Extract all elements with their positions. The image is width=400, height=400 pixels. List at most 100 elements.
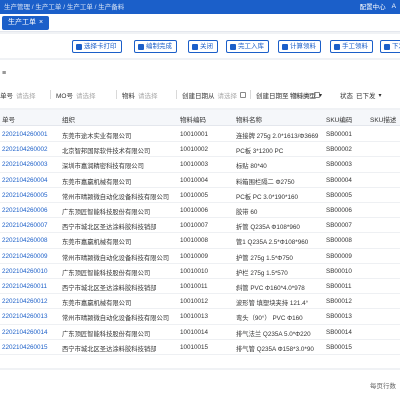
chevron-down-icon: ▾ [319, 92, 323, 99]
cell-material-name: 排气法兰 Q235A 5.0*Φ220 [236, 330, 311, 338]
cell-sku-code: SB00009 [326, 252, 352, 260]
chevron-down-icon: ▾ [378, 92, 382, 99]
dispatch-button[interactable]: 下发 [380, 40, 400, 53]
cell-order-no[interactable]: 2202104260013 [2, 313, 48, 320]
cell-org: 常州市晴颍微自动化设备科技有限公司 [62, 193, 170, 201]
cell-sku-code: SB00007 [326, 222, 352, 230]
cell-material-code: 10010001 [180, 131, 209, 138]
cell-sku-code: SB00014 [326, 328, 352, 336]
table-row[interactable]: 2202104260013 常州市晴颍微自动化设备科技有限公司 10010013 弯头… [0, 309, 400, 325]
cell-material-code: 10010004 [180, 176, 209, 184]
calendar-icon [240, 92, 246, 98]
cell-order-no[interactable]: 2202104260011 [2, 283, 47, 290]
cell-sku-code: SB00008 [326, 237, 352, 245]
col-material-code[interactable]: 物料编码 [180, 114, 206, 124]
cell-material-name: 排气管 Q235A Φ158*3.0*90 [236, 345, 314, 353]
compile-done-button[interactable]: 编制完成 [134, 40, 177, 53]
cell-org: 西宁市城北区圣达涂料胶科技销部 [62, 285, 157, 292]
cell-order-no[interactable]: 2202104260009 [2, 253, 48, 260]
table-row[interactable]: 2202104260009 常州市晴颍微自动化设备科技有限公司 10010009 护管… [0, 249, 400, 264]
cell-order-no[interactable]: 2202104260002 [2, 146, 48, 153]
filter-order-no[interactable]: 单号 请选择 [0, 90, 36, 100]
cell-order-no[interactable]: 2202104260015 [2, 344, 48, 351]
col-order-no[interactable]: 单号 [2, 114, 15, 124]
filter-material[interactable]: 物料 请选择 [122, 90, 158, 100]
cell-material-code: 10010003 [180, 161, 209, 169]
cell-order-no[interactable]: 2202104260003 [2, 161, 48, 168]
col-material-name[interactable]: 物料名称 [236, 114, 262, 124]
cell-material-code: 10010012 [180, 298, 209, 306]
filter-mo-no[interactable]: MO号 请选择 [56, 90, 95, 100]
table-row[interactable]: 2202104260006 广东顶匠智能科技股份有限公司 10010006 胶带 60… [0, 203, 400, 219]
col-sku-code[interactable]: SKU编码 [326, 114, 352, 124]
filter-material-type[interactable]: 物料类型 ▾ [290, 90, 323, 101]
cell-material-code: 10010013 [180, 313, 209, 321]
filter-collapse-icon[interactable]: ≡ [2, 70, 6, 77]
manual-material-button[interactable]: 手工领料 [330, 40, 373, 53]
cell-material-name: 管1 Q235A 2.5*Φ108*960 [236, 239, 309, 247]
table-row[interactable]: 2202104260008 东莞市嘉赢机械有限公司 10010008 管1 Q235A… [0, 233, 400, 249]
table-row[interactable]: 2202104260005 常州市晴颍微自动化设备科技有限公司 10010005 PC… [0, 188, 400, 203]
cell-material-name: 斜管 PVC Φ160*4.0*978 [236, 285, 305, 292]
cell-sku-code: SB00002 [326, 146, 352, 154]
close-button[interactable]: 关闭 [188, 40, 218, 53]
avatar[interactable]: A [392, 3, 396, 10]
cell-material-code: 10010005 [180, 191, 209, 199]
cell-material-code: 10010002 [180, 146, 209, 154]
cell-order-no[interactable]: 2202104260008 [2, 237, 48, 244]
table-row[interactable]: 2202104260015 西宁市城北区圣达涂料胶科技销部 10010015 排气管 … [0, 340, 400, 355]
filter-status[interactable]: 状态 已下发 ▾ [340, 90, 382, 101]
print-icon [76, 43, 82, 50]
top-bar: 生产管理 / 生产工单 / 生产工单 / 生产备料 配置中心 A [0, 0, 400, 14]
table-footer: 每页行数 [0, 370, 400, 400]
calc-material-button[interactable]: 计算领料 [278, 40, 321, 53]
col-org[interactable]: 组织 [62, 114, 75, 124]
table-row[interactable]: 2202104260010 广东顶匠智能科技股份有限公司 10010010 护栏 27… [0, 264, 400, 279]
cell-order-no[interactable]: 2202104260001 [2, 131, 48, 138]
divider [176, 90, 177, 99]
table-row[interactable]: 2202104260011 西宁市城北区圣达涂料胶科技销部 10010011 斜管 P… [0, 279, 400, 295]
print-card-button[interactable]: 选择卡打印 [72, 40, 122, 53]
cell-sku-code: SB00015 [326, 343, 352, 351]
calculator-icon [282, 43, 288, 50]
table-row[interactable]: 2202104260007 西宁市城北区圣达涂料胶科技销部 10010007 折管 Q… [0, 218, 400, 234]
cell-order-no[interactable]: 2202104260006 [2, 207, 48, 214]
tab-production-order[interactable]: 生产工单 × [2, 16, 50, 30]
cell-order-no[interactable]: 2202104260007 [2, 222, 48, 229]
tab-bar: 生产工单 × [0, 14, 400, 32]
cell-order-no[interactable]: 2202104260014 [2, 329, 48, 336]
table-row[interactable]: 2202104260014 广东顶匠智能科技股份有限公司 10010014 排气法兰 … [0, 325, 400, 340]
cell-material-name: 折管 Q235A Φ108*960 [236, 224, 300, 232]
cell-org: 东莞市嘉赢机械有限公司 [62, 300, 132, 308]
cell-org: 北京智邦国际软件技术有限公司 [62, 148, 151, 156]
cell-org: 西宁市城北区圣达涂料胶科技销部 [62, 345, 157, 353]
cell-org: 西宁市城北区圣达涂料胶科技销部 [62, 224, 157, 232]
table-row[interactable]: 2202104260003 深圳市嘉润精密科技有限公司 10010003 标贴 80*… [0, 157, 400, 173]
cell-order-no[interactable]: 2202104260010 [2, 268, 48, 275]
table-row[interactable]: 2202104260001 东莞市途木实业有限公司 10010001 连接牌 275g… [0, 127, 400, 143]
cell-material-name: 胶带 60 [236, 209, 258, 216]
cell-org: 广东顶匠智能科技股份有限公司 [62, 209, 151, 216]
hand-icon [334, 43, 340, 50]
cell-org: 广东顶匠智能科技股份有限公司 [62, 269, 151, 277]
col-sku-desc[interactable]: SKU描述 [370, 114, 396, 124]
table-row[interactable]: 2202104260012 东莞市嘉赢机械有限公司 10010012 波形管 填塑块夹… [0, 294, 400, 310]
table-row[interactable]: 2202104260002 北京智邦国际软件技术有限公司 10010002 PC板 3… [0, 142, 400, 158]
table-row[interactable]: 2202104260004 东莞市嘉赢机械有限公司 10010004 料箱围栏隔二 Φ… [0, 173, 400, 188]
cell-order-no[interactable]: 2202104260012 [2, 298, 48, 305]
cell-material-code: 10010006 [180, 207, 209, 214]
breadcrumb: 生产管理 / 生产工单 / 生产工单 / 生产备料 [4, 4, 125, 11]
cell-org: 东莞市嘉赢机械有限公司 [62, 239, 132, 247]
cell-org: 东莞市途木实业有限公司 [62, 133, 132, 140]
close-icon[interactable]: × [39, 16, 43, 30]
filter-date-from[interactable]: 创建日期从 请选择 [182, 90, 246, 100]
cell-sku-code: SB00004 [326, 176, 352, 184]
cell-sku-code: SB00013 [326, 313, 352, 321]
config-center-link[interactable]: 配置中心 [360, 1, 386, 11]
complete-storage-button[interactable]: 完工入库 [226, 40, 269, 53]
cell-order-no[interactable]: 2202104260005 [2, 192, 48, 199]
cell-org: 常州市晴颍微自动化设备科技有限公司 [62, 254, 170, 262]
cell-material-code: 10010014 [180, 328, 209, 336]
cell-order-no[interactable]: 2202104260004 [2, 177, 48, 184]
pagination[interactable]: 每页行数 [370, 380, 396, 390]
